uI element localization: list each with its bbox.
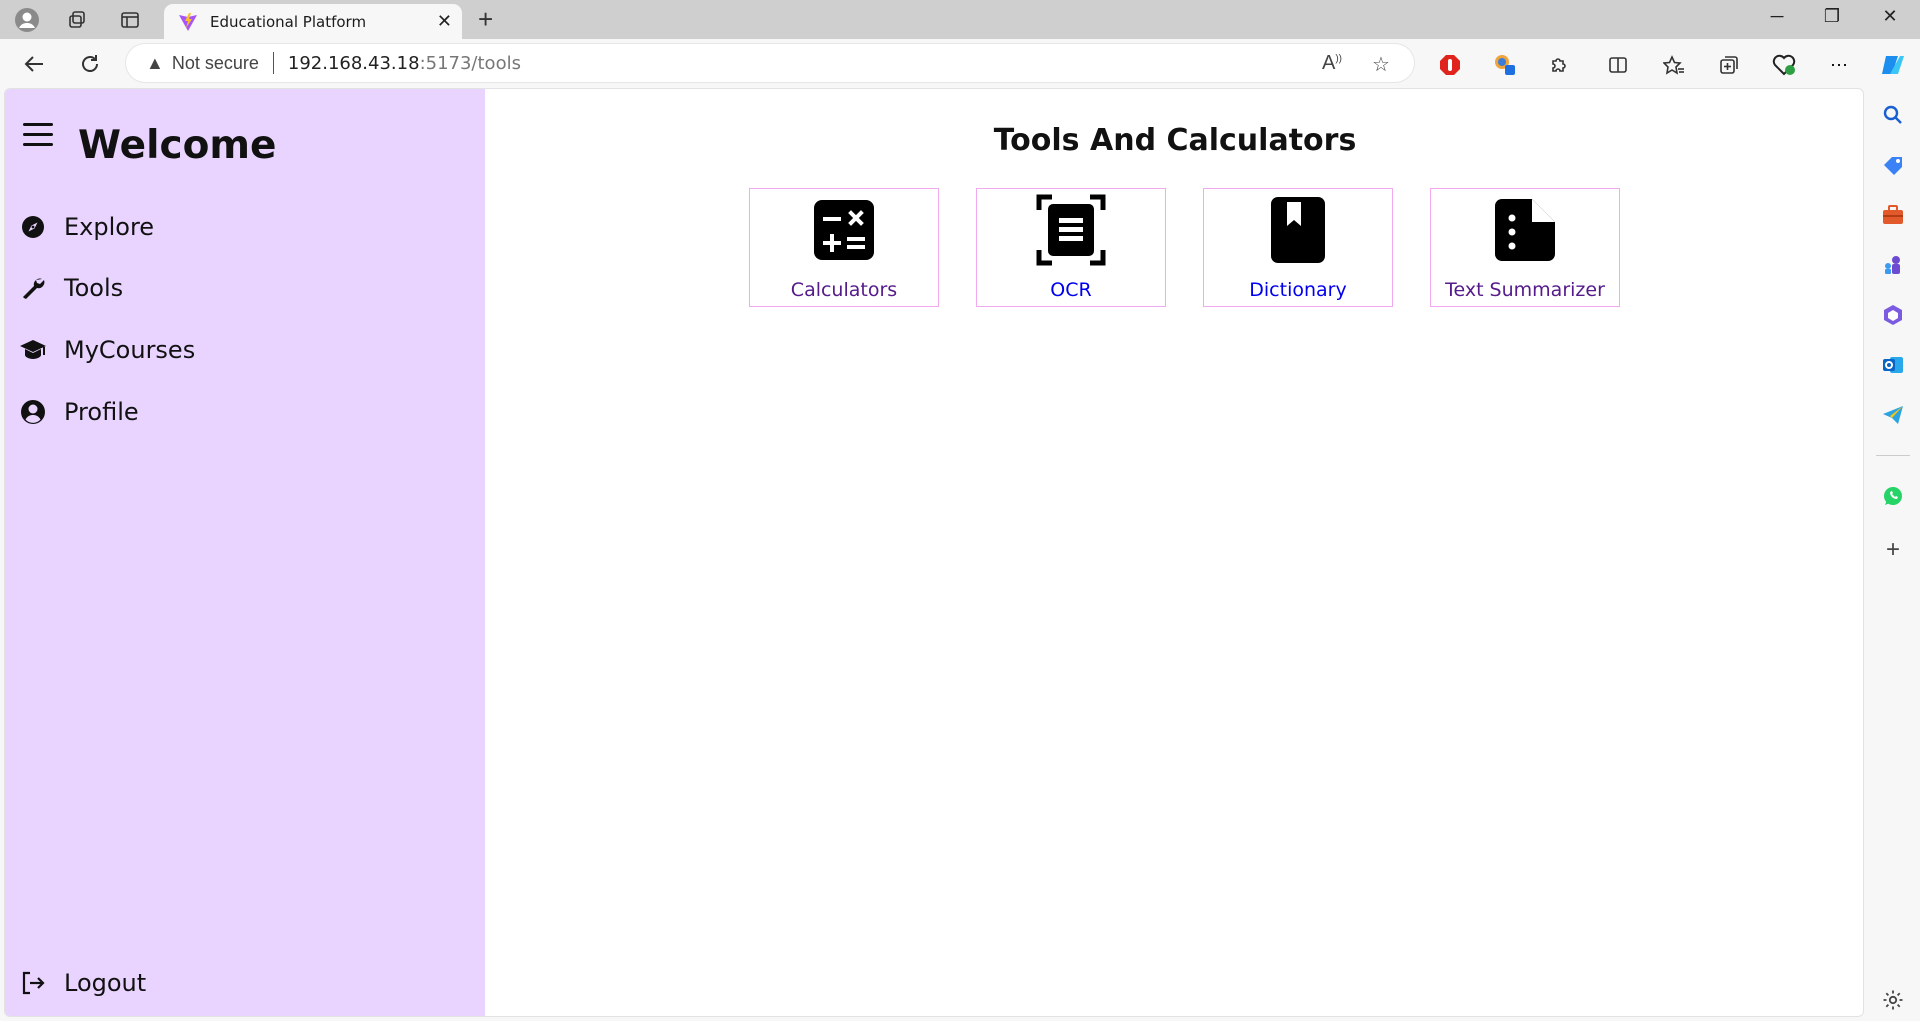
sidebar-item-label: Profile xyxy=(64,398,139,426)
tool-card-dictionary[interactable]: Dictionary xyxy=(1203,188,1393,307)
sidebar-item-label: Explore xyxy=(64,213,155,241)
tab-actions-icon[interactable] xyxy=(116,6,144,34)
page-title: Tools And Calculators xyxy=(993,123,1357,158)
favorites-icon[interactable] xyxy=(1661,52,1687,78)
search-icon[interactable] xyxy=(1880,102,1906,128)
sidebar-item-explore[interactable]: Explore xyxy=(19,209,154,245)
tool-card-label[interactable]: Calculators xyxy=(791,279,897,301)
sidebar-heading: Welcome xyxy=(78,123,277,168)
url-host[interactable]: 192.168.43.18 xyxy=(288,53,420,74)
graduation-cap-icon xyxy=(19,336,47,364)
edge-sidebar: + xyxy=(1866,88,1920,1021)
close-tab-icon[interactable]: ✕ xyxy=(437,11,452,32)
address-bar[interactable]: ▲ Not secure 192.168.43.18:5173/tools A)… xyxy=(126,44,1414,82)
sidebar-item-label: Tools xyxy=(64,274,124,302)
user-circle-icon xyxy=(19,398,47,426)
read-aloud-icon[interactable]: A)) xyxy=(1322,52,1342,75)
sidebar-item-mycourses[interactable]: MyCourses xyxy=(19,332,195,368)
warning-icon[interactable]: ▲ xyxy=(146,53,164,74)
app-sidebar: Welcome Explore Tools MyCourses Profile xyxy=(5,89,485,1016)
logout-icon xyxy=(19,969,47,997)
shopping-tag-icon[interactable] xyxy=(1880,152,1906,178)
tools-briefcase-icon[interactable] xyxy=(1880,202,1906,228)
workspaces-icon[interactable] xyxy=(63,6,91,34)
tool-card-calculators[interactable]: Calculators xyxy=(749,188,939,307)
hamburger-menu-icon[interactable] xyxy=(23,123,53,147)
translate-extension-icon[interactable] xyxy=(1492,52,1518,78)
split-screen-icon[interactable] xyxy=(1605,52,1631,78)
tool-card-ocr[interactable]: OCR xyxy=(976,188,1166,307)
new-tab-icon[interactable]: + xyxy=(478,6,493,32)
tool-card-label[interactable]: OCR xyxy=(1050,279,1091,301)
back-icon[interactable] xyxy=(18,48,50,80)
browser-toolbar: ▲ Not secure 192.168.43.18:5173/tools A)… xyxy=(0,39,1920,88)
logout-label: Logout xyxy=(64,969,147,997)
tab-title: Educational Platform xyxy=(210,12,367,31)
book-icon xyxy=(1263,195,1333,265)
sidebar-item-tools[interactable]: Tools xyxy=(19,270,123,306)
security-label[interactable]: Not secure xyxy=(172,53,259,74)
tool-card-label[interactable]: Dictionary xyxy=(1249,279,1346,301)
games-icon[interactable] xyxy=(1880,252,1906,278)
tool-card-label[interactable]: Text Summarizer xyxy=(1445,279,1605,301)
profile-icon[interactable] xyxy=(13,6,41,34)
telegram-send-icon[interactable] xyxy=(1880,402,1906,428)
ocr-scan-icon xyxy=(1036,194,1106,266)
microsoft-365-icon[interactable] xyxy=(1880,302,1906,328)
active-tab[interactable]: Educational Platform ✕ xyxy=(164,4,462,39)
browser-essentials-icon[interactable] xyxy=(1771,52,1797,78)
divider xyxy=(272,52,274,74)
url-path[interactable]: :5173/tools xyxy=(420,53,521,74)
settings-gear-icon[interactable] xyxy=(1880,987,1906,1013)
restore-icon[interactable]: ❐ xyxy=(1817,6,1847,27)
minimize-icon[interactable]: ─ xyxy=(1762,6,1792,27)
extensions-puzzle-icon[interactable] xyxy=(1546,52,1572,78)
file-lines-icon xyxy=(1490,195,1560,265)
copilot-icon[interactable] xyxy=(1880,52,1906,78)
edge-sidebar-divider xyxy=(1876,455,1910,456)
more-options-icon[interactable]: ⋯ xyxy=(1826,52,1852,78)
page-viewport: Welcome Explore Tools MyCourses Profile xyxy=(4,88,1864,1017)
refresh-icon[interactable] xyxy=(74,48,106,80)
add-sidebar-app-icon[interactable]: + xyxy=(1880,536,1906,563)
calculator-icon xyxy=(809,195,879,265)
favorite-star-icon[interactable]: ☆ xyxy=(1372,52,1390,77)
sidebar-item-label: MyCourses xyxy=(64,336,196,364)
compass-icon xyxy=(19,213,47,241)
adblock-extension-icon[interactable] xyxy=(1437,52,1463,78)
wrench-icon xyxy=(19,274,47,302)
logout-button[interactable]: Logout xyxy=(19,965,146,1001)
collections-icon[interactable] xyxy=(1716,52,1742,78)
close-window-icon[interactable]: ✕ xyxy=(1875,6,1905,27)
browser-title-bar: Educational Platform ✕ + ─ ❐ ✕ xyxy=(0,0,1920,39)
whatsapp-icon[interactable] xyxy=(1880,483,1906,509)
tool-card-text-summarizer[interactable]: Text Summarizer xyxy=(1430,188,1620,307)
sidebar-item-profile[interactable]: Profile xyxy=(19,394,139,430)
vite-favicon-icon xyxy=(179,12,197,31)
outlook-icon[interactable] xyxy=(1880,352,1906,378)
